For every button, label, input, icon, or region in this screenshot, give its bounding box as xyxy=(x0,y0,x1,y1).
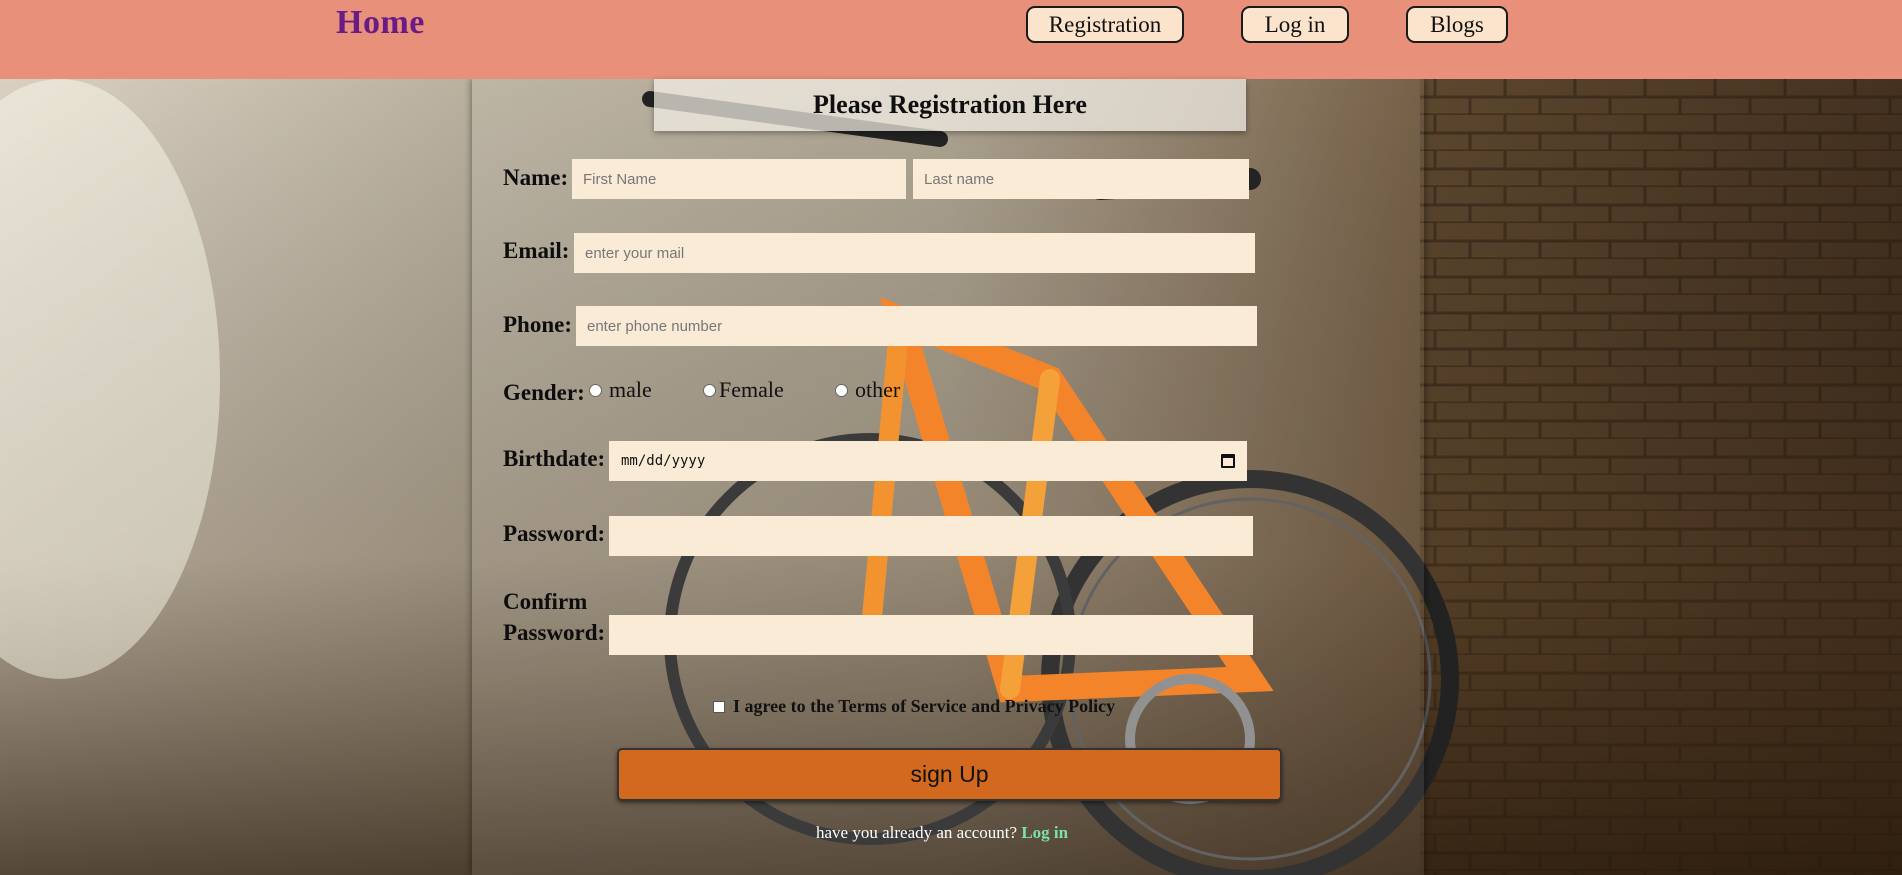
radio-icon[interactable] xyxy=(835,383,848,397)
gender-option-label: other xyxy=(855,377,901,402)
birthdate-value: mm/dd/yyyy xyxy=(621,453,706,469)
nav-blogs-button[interactable]: Blogs xyxy=(1406,6,1508,43)
login-link[interactable]: Log in xyxy=(1021,823,1068,842)
email-input[interactable] xyxy=(574,233,1255,273)
phone-input[interactable] xyxy=(576,306,1257,346)
sign-up-button[interactable]: sign Up xyxy=(617,748,1282,801)
name-label: Name: xyxy=(503,165,569,190)
phone-label: Phone: xyxy=(503,312,572,337)
confirm-label-line2: Password: xyxy=(503,620,606,645)
terms-label: I agree to the Terms of Service and Priv… xyxy=(733,696,1116,716)
gender-option-female[interactable]: Female xyxy=(703,377,784,403)
home-link[interactable]: Home xyxy=(336,4,425,42)
terms-row: I agree to the Terms of Service and Priv… xyxy=(713,696,1115,717)
radio-icon[interactable] xyxy=(703,383,716,397)
birthdate-input[interactable]: mm/dd/yyyy xyxy=(609,441,1247,481)
birthdate-label: Birthdate: xyxy=(503,446,606,471)
radio-icon[interactable] xyxy=(589,383,602,397)
calendar-icon[interactable] xyxy=(1221,454,1235,468)
gender-option-other[interactable]: other xyxy=(835,377,900,403)
gender-option-label: Female xyxy=(719,377,784,402)
terms-checkbox[interactable] xyxy=(713,700,725,713)
login-prompt: have you already an account? Log in xyxy=(816,823,1068,843)
form-title: Please Registration Here xyxy=(654,79,1246,131)
password-input[interactable] xyxy=(609,516,1253,556)
nav-registration-button[interactable]: Registration xyxy=(1026,6,1184,43)
password-label: Password: xyxy=(503,521,606,546)
login-prompt-text: have you already an account? xyxy=(816,823,1018,842)
nav-login-button[interactable]: Log in xyxy=(1241,6,1349,43)
email-label: Email: xyxy=(503,238,570,263)
confirm-password-input[interactable] xyxy=(609,615,1253,655)
first-name-input[interactable] xyxy=(572,159,906,199)
top-navbar xyxy=(0,0,1902,79)
last-name-input[interactable] xyxy=(913,159,1249,199)
gender-option-male[interactable]: male xyxy=(589,377,652,403)
gender-label: Gender: xyxy=(503,380,585,405)
gender-option-label: male xyxy=(609,377,652,402)
confirm-label-line1: Confirm xyxy=(503,589,588,614)
